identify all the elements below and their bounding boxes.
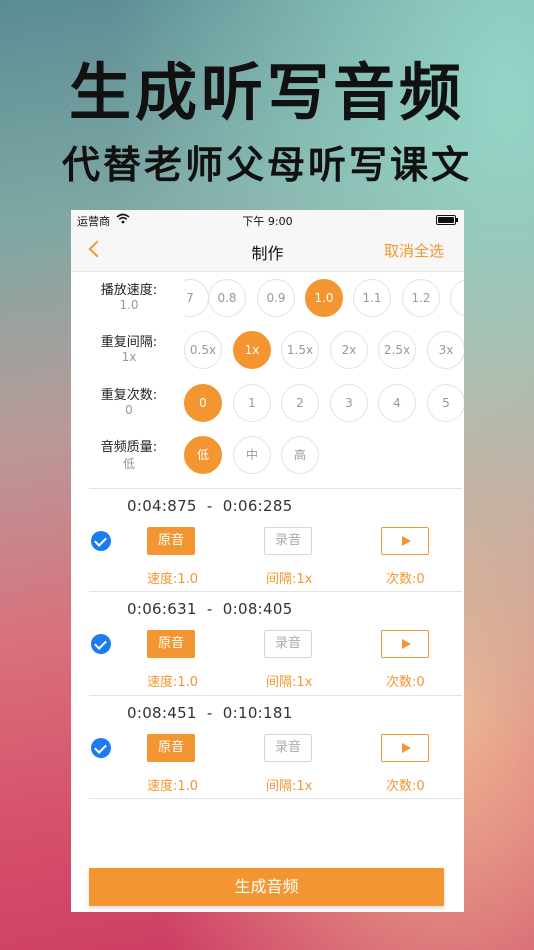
interval-option[interactable]: 3x	[427, 331, 464, 369]
interval-option[interactable]: 2x	[330, 331, 368, 369]
segment-speed: 速度:1.0	[147, 675, 199, 690]
segment-interval: 间隔:1x	[266, 572, 313, 587]
quality-option-selected[interactable]: 低	[184, 436, 222, 474]
play-button[interactable]	[381, 734, 429, 762]
repeat-options: 0 1 2 3 4 5	[184, 384, 464, 424]
segment-count: 次数:0	[386, 572, 425, 587]
time-separator: -	[206, 704, 213, 722]
repeat-setting: 重复次数: 0 0 1 2 3 4 5	[71, 384, 464, 428]
segment-time-range: 0:06:631 - 0:08:405	[127, 600, 293, 618]
play-icon	[402, 639, 411, 649]
interval-value: 1x	[121, 350, 137, 364]
segment-start: 0:06:631	[127, 600, 197, 618]
audio-segment: 0:06:631 - 0:08:405 原音 录音 速度:1.0 间隔:1x 次…	[89, 591, 462, 695]
interval-label: 重复间隔:	[100, 335, 158, 350]
segment-end: 0:06:285	[222, 497, 293, 515]
quality-option[interactable]: 中	[233, 436, 271, 474]
segment-time-range: 0:08:451 - 0:10:181	[127, 704, 293, 722]
segment-start: 0:08:451	[127, 704, 197, 722]
audio-segment: 0:08:451 - 0:10:181 原音 录音 速度:1.0 间隔:1x 次…	[89, 695, 462, 799]
segment-interval: 间隔:1x	[266, 675, 313, 690]
interval-option-selected[interactable]: 1x	[233, 331, 271, 369]
segment-start: 0:04:875	[127, 497, 197, 515]
record-button[interactable]: 录音	[264, 527, 312, 555]
speed-option[interactable]: 0.9	[257, 279, 295, 317]
segment-interval: 间隔:1x	[266, 779, 313, 794]
time-separator: -	[206, 497, 213, 515]
quality-options: 低 中 高	[184, 436, 464, 476]
repeat-value: 0	[125, 403, 133, 417]
audio-segment: 0:04:875 - 0:06:285 原音 录音 速度:1.0 间隔:1x 次…	[89, 488, 462, 592]
nav-bar: 制作 取消全选	[71, 230, 464, 272]
repeat-option-selected[interactable]: 0	[184, 384, 222, 422]
play-button[interactable]	[381, 630, 429, 658]
repeat-option[interactable]: 5	[427, 384, 464, 422]
promo-headline: 生成听写音频	[68, 56, 465, 129]
promo-subheadline: 代替老师父母听写课文	[61, 143, 472, 187]
interval-option[interactable]: 1.5x	[281, 331, 319, 369]
speed-option[interactable]: 1	[450, 279, 464, 317]
status-time: 下午 9:00	[242, 215, 293, 228]
repeat-option[interactable]: 1	[233, 384, 271, 422]
repeat-option[interactable]: 2	[281, 384, 319, 422]
checkbox-checked-icon[interactable]	[91, 531, 111, 551]
play-button[interactable]	[381, 527, 429, 555]
original-audio-button[interactable]: 原音	[147, 734, 195, 762]
interval-option[interactable]: 0.5x	[184, 331, 222, 369]
speed-setting: 播放速度: 1.0 7 0.8 0.9 1.0 1.1 1.2 1	[71, 279, 464, 323]
segment-end: 0:08:405	[222, 600, 293, 618]
generate-audio-button[interactable]: 生成音频	[89, 868, 444, 906]
speed-option-selected[interactable]: 1.0	[305, 279, 343, 317]
speed-option[interactable]: 1.1	[353, 279, 391, 317]
segment-speed: 速度:1.0	[147, 572, 199, 587]
deselect-all-button[interactable]: 取消全选	[384, 240, 444, 261]
speed-option[interactable]: 0.8	[208, 279, 246, 317]
interval-options: 0.5x 1x 1.5x 2x 2.5x 3x	[184, 331, 464, 371]
checkbox-checked-icon[interactable]	[91, 634, 111, 654]
speed-label: 播放速度:	[100, 283, 158, 298]
quality-setting: 音频质量: 低 低 中 高	[71, 436, 464, 480]
time-separator: -	[206, 600, 213, 618]
repeat-option[interactable]: 4	[378, 384, 416, 422]
quality-value: 低	[122, 457, 135, 471]
play-icon	[402, 743, 411, 753]
original-audio-button[interactable]: 原音	[147, 630, 195, 658]
original-audio-button[interactable]: 原音	[147, 527, 195, 555]
record-button[interactable]: 录音	[264, 734, 312, 762]
speed-options: 7 0.8 0.9 1.0 1.1 1.2 1	[184, 279, 464, 319]
speed-value: 1.0	[119, 298, 139, 312]
quality-label: 音频质量:	[100, 440, 158, 455]
interval-setting: 重复间隔: 1x 0.5x 1x 1.5x 2x 2.5x 3x	[71, 331, 464, 375]
speed-option[interactable]: 1.2	[402, 279, 440, 317]
phone-screen: 运营商 下午 9:00 制作 取消全选 播放速度: 1.0 7 0.8 0.9 …	[71, 210, 464, 912]
segment-speed: 速度:1.0	[147, 779, 199, 794]
play-icon	[402, 536, 411, 546]
quality-option[interactable]: 高	[281, 436, 319, 474]
checkbox-checked-icon[interactable]	[91, 738, 111, 758]
record-button[interactable]: 录音	[264, 630, 312, 658]
segment-time-range: 0:04:875 - 0:06:285	[127, 497, 293, 515]
repeat-label: 重复次数:	[100, 388, 158, 403]
battery-icon	[436, 215, 458, 225]
speed-option[interactable]: 7	[184, 279, 209, 317]
segment-count: 次数:0	[386, 675, 425, 690]
segment-count: 次数:0	[386, 779, 425, 794]
status-bar: 运营商 下午 9:00	[71, 210, 464, 230]
interval-option[interactable]: 2.5x	[378, 331, 416, 369]
repeat-option[interactable]: 3	[330, 384, 368, 422]
segment-end: 0:10:181	[222, 704, 293, 722]
